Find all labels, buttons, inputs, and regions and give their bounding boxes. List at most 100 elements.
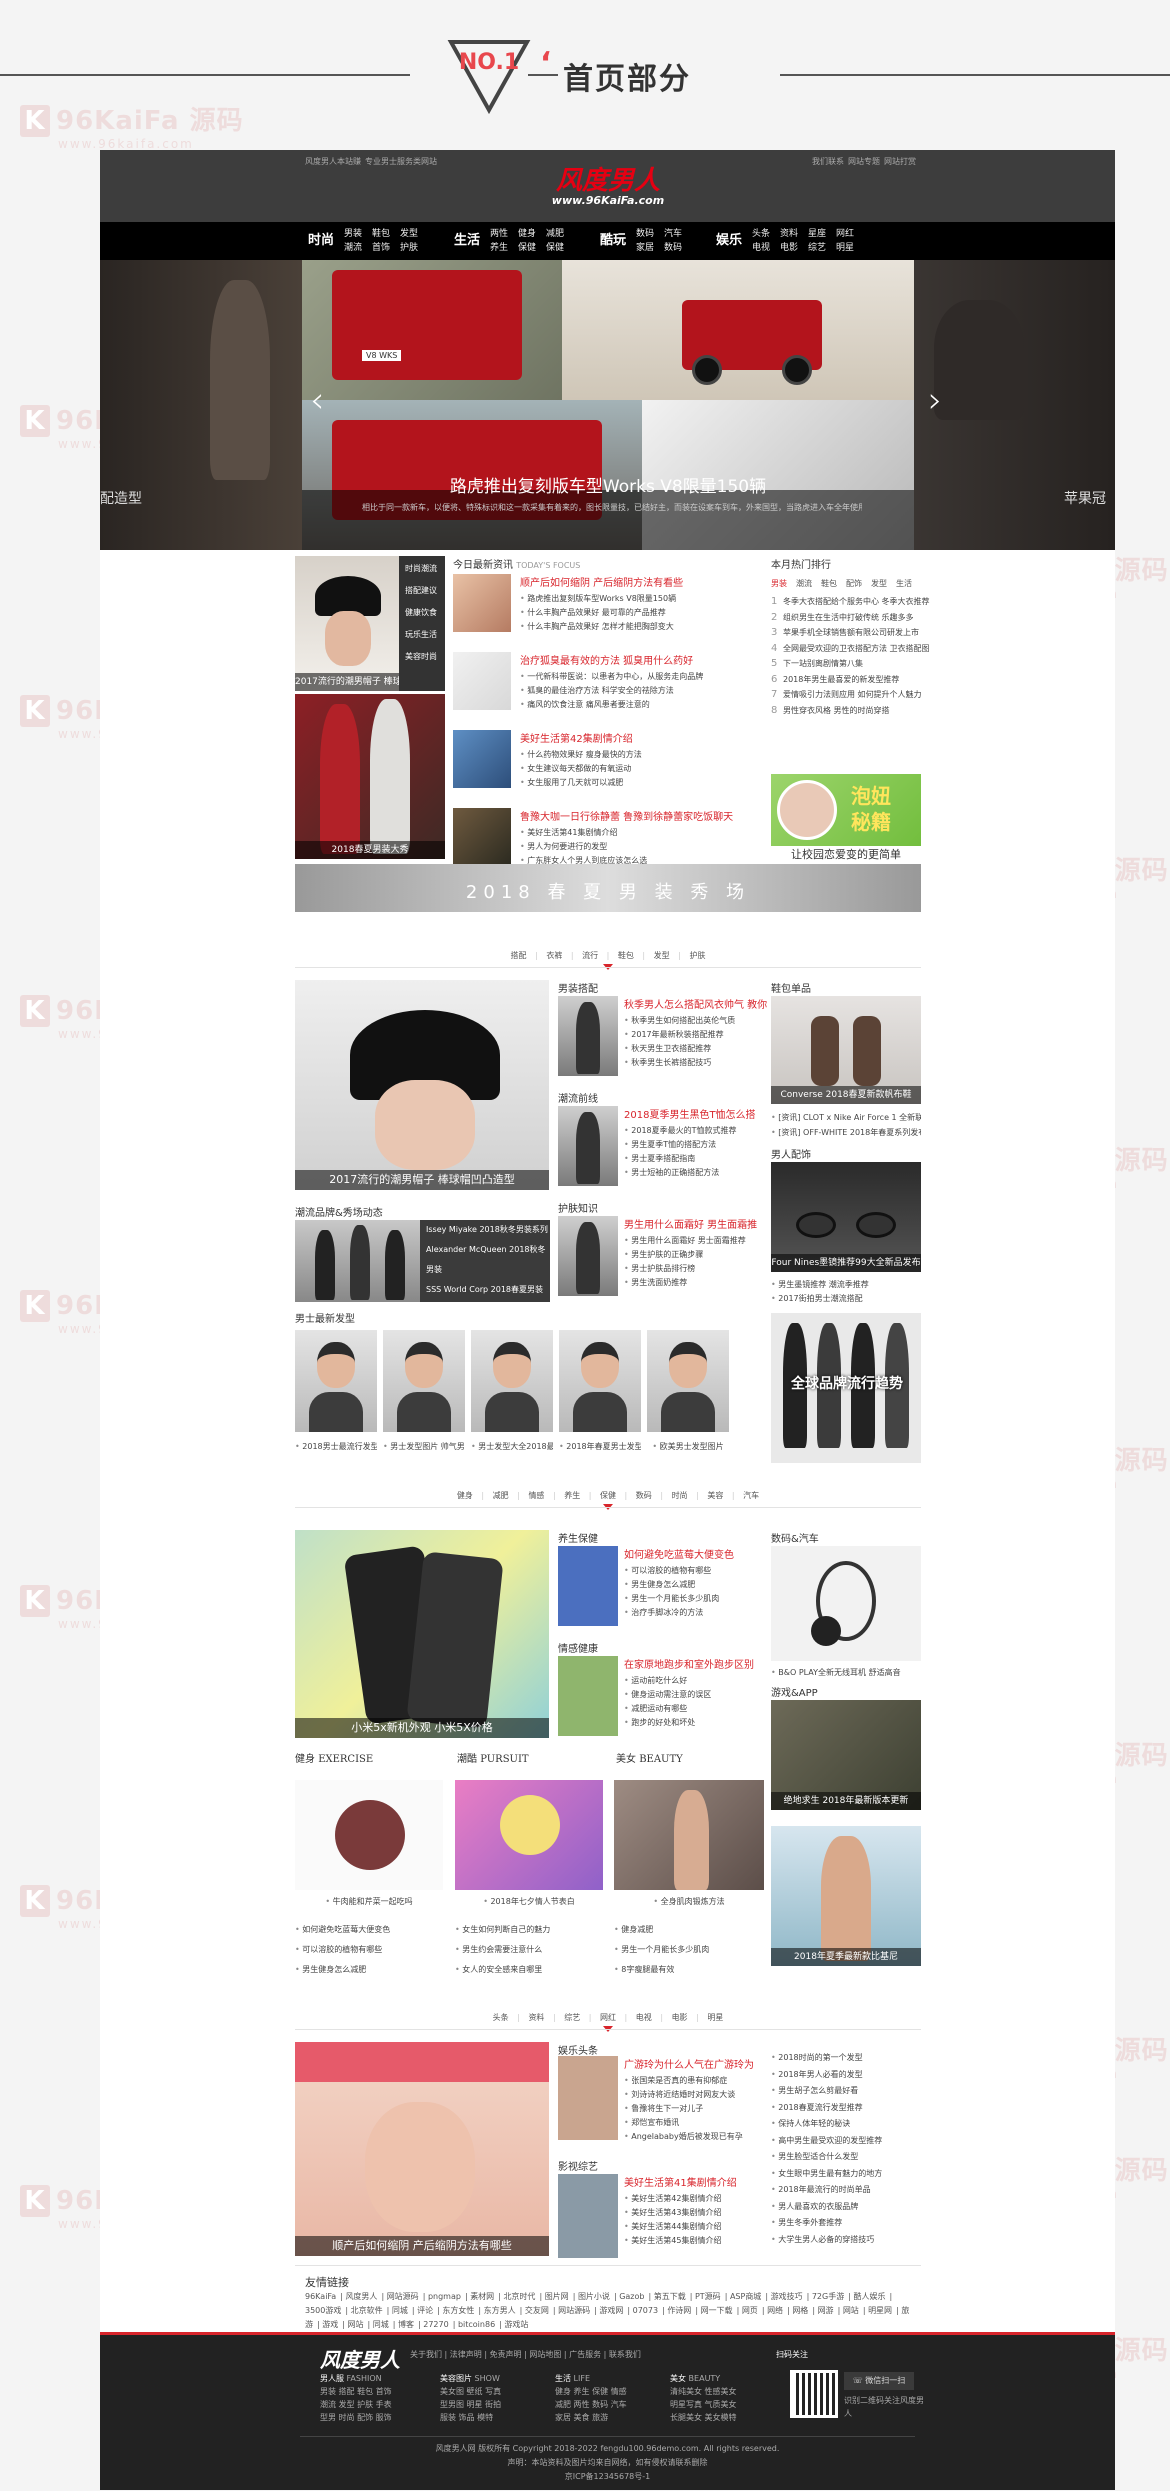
list-item[interactable]: 如何避免吃蓝莓大便变色 — [295, 1920, 443, 1940]
phone-img[interactable]: 小米5x新机外观 小米5X价格 — [295, 1530, 549, 1738]
topbar-donate[interactable]: 网站打赏 — [884, 156, 916, 167]
list-item[interactable]: 健身减肥 — [614, 1920, 764, 1940]
friend-link[interactable]: 北京软件 — [351, 2306, 383, 2315]
bikini-img[interactable]: 2018年夏季最新款比基尼 — [771, 1826, 921, 1966]
list-item[interactable]: 女人的安全感来自哪里 — [455, 1960, 603, 1980]
list-item[interactable]: 跑步的好处和坏处 — [624, 1716, 764, 1730]
friend-link[interactable]: 博客 — [398, 2320, 414, 2329]
footer-col3[interactable]: 生活 LIFE 健身 养生 保健 情感 减肥 两性 数码 汽车 家居 美食 旅游 — [555, 2372, 627, 2424]
rank-item[interactable]: 4 全网最受欢迎的卫衣搭配方法 卫衣搭配图 — [771, 641, 930, 657]
footer-about[interactable]: 关于我们 | 法律声明 | 免责声明 | 网站地图 | 广告服务 | 联系我们 — [410, 2348, 641, 2361]
list-item[interactable]: Angelababy婚后被发现已有孕 — [624, 2130, 764, 2144]
friend-link[interactable]: Gazob — [619, 2292, 644, 2301]
list-item[interactable]: 可以溶胶的植物有哪些 — [295, 1940, 443, 1960]
topbar-left2[interactable]: 专业男士服务类网站 — [365, 156, 437, 167]
list-item[interactable]: 减肥运动有哪些 — [624, 1702, 764, 1716]
friend-link[interactable]: 96KaiFa — [305, 2292, 336, 2301]
focus-thumb[interactable] — [453, 730, 511, 788]
fashion-item-title[interactable]: 2018夏季男生黑色T恤怎么搭 — [624, 1106, 756, 1121]
section-tab[interactable]: 流行 — [576, 951, 604, 960]
list-item[interactable]: 一代新科带医说：以患者为中心，从服务走向品牌 — [520, 670, 760, 684]
section-tab[interactable]: 电影 — [666, 2013, 694, 2022]
list-item[interactable]: 男生冬季外套推荐 — [771, 2215, 921, 2232]
fashion-main-img[interactable]: 2017流行的潮男帽子 棒球帽凹凸造型 — [295, 980, 549, 1190]
earphone-img[interactable] — [771, 1546, 921, 1661]
list-item[interactable]: 男生一个月能长多少肌肉 — [624, 1592, 764, 1606]
focus-item-title[interactable]: 治疗狐臭最有效的方法 狐臭用什么药好 — [520, 652, 693, 667]
list-item[interactable]: 运动前吃什么好 — [624, 1674, 764, 1688]
friend-link[interactable]: bitcoin86 — [458, 2320, 495, 2329]
list-item[interactable]: 男生一个月能长多少肌肉 — [614, 1940, 764, 1960]
list-item[interactable]: 健身运动需注意的误区 — [624, 1688, 764, 1702]
slide-caption[interactable]: 路虎推出复刻版车型Works V8限量150辆 — [302, 472, 914, 497]
showroom-banner[interactable]: 2018 春 夏 男 装 秀 场 — [295, 864, 921, 912]
list-item[interactable]: 男人最喜欢的衣服品牌 — [771, 2199, 921, 2216]
list-item[interactable]: 2018春夏流行发型推荐 — [771, 2100, 921, 2117]
hot-tab[interactable]: 男装 — [771, 579, 787, 588]
list-item[interactable]: 美好生活第45集剧情介绍 — [624, 2234, 764, 2248]
section-tab[interactable]: 汽车 — [737, 1491, 765, 1500]
friend-link[interactable]: 网页 — [742, 2306, 758, 2315]
hair-thumb[interactable] — [559, 1330, 641, 1432]
list-item[interactable]: 男生健身怎么减肥 — [295, 1960, 443, 1980]
nav-pair[interactable]: 男装 潮流 — [340, 227, 366, 255]
slide-next[interactable]: 苹果冠 — [914, 260, 1115, 550]
list-item[interactable]: 高中男生最受欢迎的发型推荐 — [771, 2133, 921, 2150]
hair-thumb[interactable] — [295, 1330, 377, 1432]
trend-img[interactable] — [455, 1780, 603, 1890]
slide-main[interactable]: V8 WKS 路虎推出复刻版车型Works V8限量150辆 相比于同一款新车，… — [302, 260, 914, 550]
friend-link[interactable]: 网络 — [767, 2306, 783, 2315]
friend-link[interactable]: 网站源码 — [387, 2292, 419, 2301]
friend-link[interactable]: 3500游戏 — [305, 2306, 341, 2315]
friend-link[interactable]: ASP商城 — [730, 2292, 761, 2301]
friend-link[interactable]: 图片网 — [545, 2292, 569, 2301]
hair-thumb[interactable] — [383, 1330, 465, 1432]
friend-link[interactable]: 评论 — [417, 2306, 433, 2315]
nav-pair[interactable]: 网红 明星 — [832, 227, 858, 255]
friend-link[interactable]: 游戏 — [322, 2320, 338, 2329]
friend-link[interactable]: 交友网 — [525, 2306, 549, 2315]
friend-link[interactable]: 第五下载 — [654, 2292, 686, 2301]
list-item[interactable]: 2017年最新秋装搭配推荐 — [624, 1028, 764, 1042]
list-item[interactable]: 美好生活第43集剧情介绍 — [624, 2206, 764, 2220]
list-item[interactable]: 2018年最流行的时尚单品 — [771, 2182, 921, 2199]
list-item[interactable]: 男士夏季搭配指南 — [624, 1152, 764, 1166]
hair-thumb[interactable] — [647, 1330, 729, 1432]
section-tab[interactable]: 护肤 — [683, 951, 711, 960]
friend-link[interactable]: pngmap — [428, 2292, 461, 2301]
hair-thumb[interactable] — [471, 1330, 553, 1432]
list-item[interactable]: 男生护肤的正确步骤 — [624, 1248, 764, 1262]
fashion-thumb[interactable] — [558, 1106, 618, 1186]
list-item[interactable]: 鲁豫将生下一对儿子 — [624, 2102, 764, 2116]
list-item[interactable]: 男士短袖的正确搭配方法 — [624, 1166, 764, 1180]
list-item[interactable]: 郑恺宣布婚讯 — [624, 2116, 764, 2130]
hot-ad[interactable]: 泡妞 秘籍 让校园恋爱变的更简单 — [771, 774, 921, 864]
wechat-badge[interactable]: ☏ 微信扫一扫 — [844, 2372, 914, 2390]
friend-link[interactable]: 东方男人 — [484, 2306, 516, 2315]
fashion-thumb[interactable] — [558, 996, 618, 1076]
focus-item-title[interactable]: 鲁豫大咖一日行徐静蕾 鲁豫到徐静蕾家吃饭聊天 — [520, 808, 733, 823]
shoe-img[interactable]: Converse 2018春夏新款帆布鞋 — [771, 996, 921, 1104]
section-tab[interactable]: 衣裤 — [540, 951, 568, 960]
list-item[interactable]: 美好生活第44集剧情介绍 — [624, 2220, 764, 2234]
section-tab[interactable]: 数码 — [630, 1491, 658, 1500]
section-tab[interactable]: 养生 — [558, 1491, 586, 1500]
friend-link[interactable]: 07073 — [633, 2306, 658, 2315]
list-item[interactable]: 8字瘦腿最有效 — [614, 1960, 764, 1980]
runway-img[interactable] — [295, 1220, 420, 1302]
topbar-topics[interactable]: 网站专题 — [848, 156, 880, 167]
friend-link[interactable]: PT源码 — [695, 2292, 721, 2301]
nav-pair[interactable]: 星座 综艺 — [804, 227, 830, 255]
friend-link[interactable]: 游戏技巧 — [771, 2292, 803, 2301]
section-tab[interactable]: 保健 — [594, 1491, 622, 1500]
friend-link[interactable]: 明星网 — [868, 2306, 892, 2315]
list-item[interactable]: 2018年男人必看的发型 — [771, 2067, 921, 2084]
focus-img1[interactable]: 2017流行的潮男帽子 棒球帽凹凸造型 — [295, 556, 399, 691]
topbar-contact[interactable]: 我们联系 — [812, 156, 844, 167]
footer-col2[interactable]: 美容图片 SHOW 美女图 壁纸 写真 型男图 明星 街拍 服装 饰品 模特 — [440, 2372, 501, 2424]
list-item[interactable]: 女生如何判断自己的魅力 — [455, 1920, 603, 1940]
section-tab[interactable]: 综艺 — [558, 2013, 586, 2022]
friend-link[interactable]: 风度男人 — [345, 2292, 377, 2301]
focus-side-item[interactable]: 搭配建议 — [405, 580, 445, 602]
section-tab[interactable]: 电视 — [630, 2013, 658, 2022]
